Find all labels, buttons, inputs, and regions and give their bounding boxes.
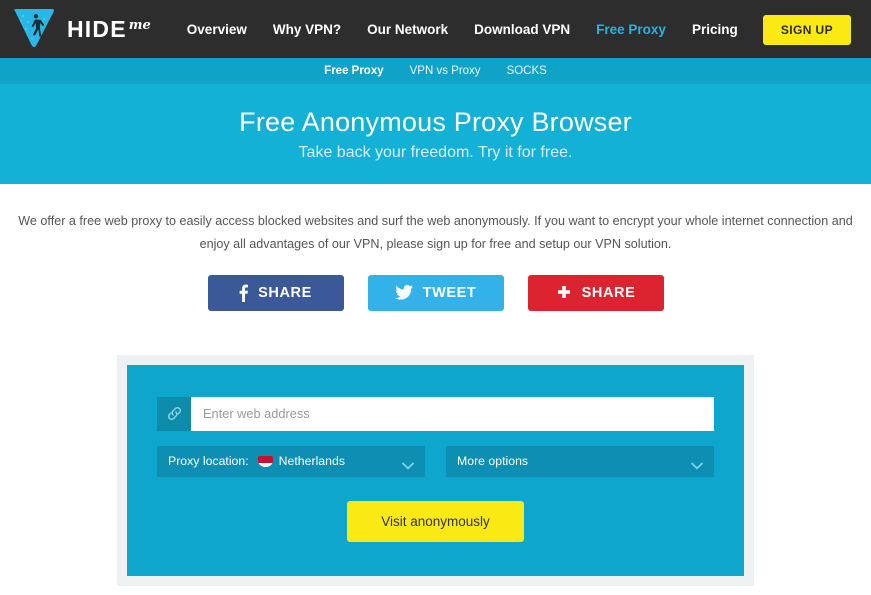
twitter-tweet-label: TWEET xyxy=(422,284,477,301)
more-options-label: More options xyxy=(457,454,529,469)
brand-wordmark: HIDE me xyxy=(67,15,151,42)
web-address-input[interactable] xyxy=(191,396,714,431)
page-subtitle: Take back your freedom. Try it for free. xyxy=(298,143,573,161)
nav-item-free-proxy[interactable]: Free Proxy xyxy=(596,22,666,37)
more-options-select[interactable]: More options xyxy=(446,445,714,477)
sign-up-button[interactable]: SIGN UP xyxy=(762,15,851,45)
brand-name-secondary: me xyxy=(128,17,151,33)
submit-row: Visit anonymously xyxy=(157,500,714,542)
proxy-location-select[interactable]: Proxy location: Netherlands xyxy=(157,445,425,477)
chevron-down-icon xyxy=(691,457,703,470)
primary-nav: Overview Why VPN? Our Network Download V… xyxy=(187,22,738,37)
facebook-share-label: SHARE xyxy=(258,284,312,301)
hide-me-triangle-logo-icon xyxy=(10,7,58,51)
subnav-item-socks[interactable]: SOCKS xyxy=(507,65,547,77)
nav-item-why-vpn[interactable]: Why VPN? xyxy=(273,22,341,37)
visit-anonymously-button[interactable]: Visit anonymously xyxy=(347,500,524,542)
brand-name-primary: HIDE xyxy=(67,15,127,42)
link-chain-icon[interactable] xyxy=(157,396,191,431)
proxy-location-value: Netherlands xyxy=(278,454,345,469)
plus-icon xyxy=(556,285,572,301)
proxy-form-panel: Proxy location: Netherlands More options… xyxy=(127,364,744,576)
url-input-row xyxy=(157,396,714,431)
nav-item-download-vpn[interactable]: Download VPN xyxy=(474,22,570,37)
facebook-f-icon xyxy=(239,284,249,302)
nav-item-pricing[interactable]: Pricing xyxy=(692,22,738,37)
sub-navigation-bar: Free Proxy VPN vs Proxy SOCKS xyxy=(0,58,871,84)
chevron-down-icon xyxy=(402,457,414,470)
proxy-location-label: Proxy location: xyxy=(168,454,249,469)
intro-paragraph: We offer a free web proxy to easily acce… xyxy=(18,214,853,252)
top-navigation-bar: HIDE me Overview Why VPN? Our Network Dow… xyxy=(0,0,871,58)
twitter-tweet-button[interactable]: TWEET xyxy=(367,274,504,311)
facebook-share-button[interactable]: SHARE xyxy=(207,274,344,311)
nav-item-our-network[interactable]: Our Network xyxy=(367,22,448,37)
subnav-item-free-proxy[interactable]: Free Proxy xyxy=(324,65,383,77)
netherlands-flag-icon xyxy=(257,455,273,467)
googleplus-share-button[interactable]: SHARE xyxy=(527,274,664,311)
nav-item-overview[interactable]: Overview xyxy=(187,22,247,37)
page-title: Free Anonymous Proxy Browser xyxy=(239,106,632,137)
subnav-item-vpn-vs-proxy[interactable]: VPN vs Proxy xyxy=(410,65,481,77)
social-share-row: SHARE TWEET SHARE xyxy=(0,274,871,311)
brand-logo[interactable]: HIDE me xyxy=(10,7,151,51)
proxy-options-row: Proxy location: Netherlands More options xyxy=(157,445,714,477)
hero-banner: Free Anonymous Proxy Browser Take back y… xyxy=(0,84,871,184)
proxy-form-frame: Proxy location: Netherlands More options… xyxy=(117,354,754,586)
twitter-bird-icon xyxy=(394,285,413,300)
googleplus-share-label: SHARE xyxy=(581,284,636,301)
